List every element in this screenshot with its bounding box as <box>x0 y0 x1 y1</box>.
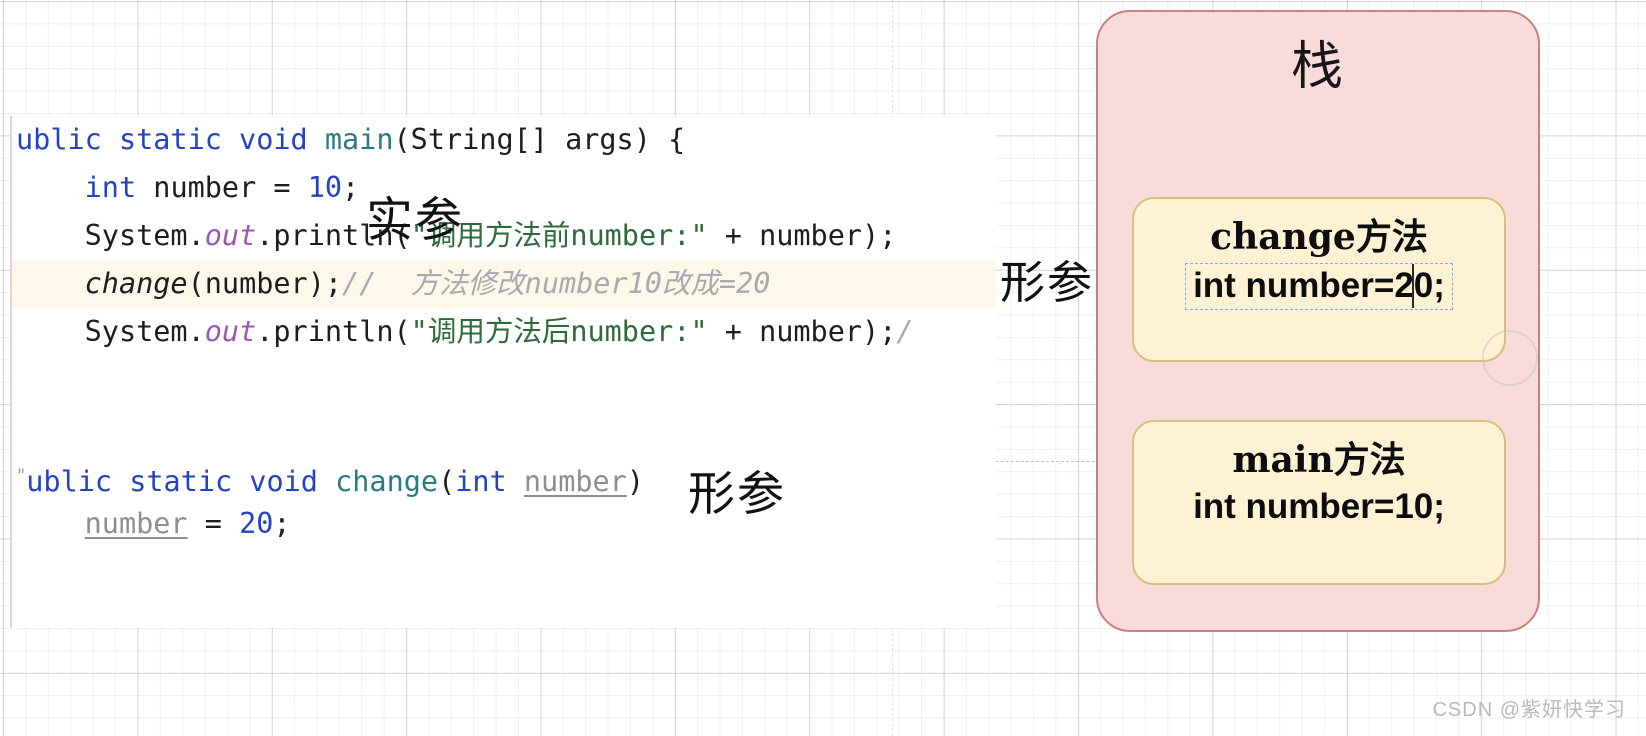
line-declare-number-seg-3: 10 <box>307 171 343 204</box>
line-println-after-seg-4: + number); <box>707 315 897 348</box>
line-call-change-seg-3: // 方法修改number10改成=20 <box>342 267 771 300</box>
line-println-before-seg-4: + number); <box>707 219 897 252</box>
line-blank-2[interactable] <box>12 404 996 452</box>
line-assign-20-seg-1: number <box>84 507 188 540</box>
stack-frame-change-title: change方法 <box>1210 216 1428 258</box>
line-println-after-seg-0: System. <box>16 315 205 348</box>
line-println-after-seg-3: "调用方法后number:" <box>410 315 708 348</box>
text-caret <box>1411 264 1414 308</box>
stack-frame-main-title: main方法 <box>1232 439 1406 481</box>
code-lines-container: ublic static void main(String[] args) { … <box>12 116 996 548</box>
line-assign-20-seg-4: ; <box>273 507 291 540</box>
line-println-after-seg-1: out <box>204 315 257 348</box>
line-declare-number-seg-1: int <box>84 171 137 204</box>
annotation-formal-parameter-stack: 形参 <box>1000 256 1095 309</box>
line-assign-20[interactable]: number = 20; <box>12 500 996 548</box>
stack-frame-change-body[interactable]: int number=20; <box>1185 263 1453 310</box>
stack-container[interactable]: 栈 change方法 int number=20; main方法 int num… <box>1096 10 1540 632</box>
line-println-before[interactable]: System.out.println("调用方法前number:" + numb… <box>12 212 996 260</box>
line-blank-1[interactable] <box>12 356 996 404</box>
decorative-circle-artifact <box>1482 330 1538 386</box>
line-println-before-seg-0: System. <box>16 219 205 252</box>
line-main-signature-seg-2: (String[] args) { <box>393 123 686 156</box>
csdn-watermark: CSDN @紫妍快学习 <box>1432 699 1626 721</box>
line-println-before-seg-1: out <box>204 219 257 252</box>
stack-frame-main-body: int number=10; <box>1193 487 1445 526</box>
line-call-change[interactable]: change(number);// 方法修改number10改成=20 <box>12 260 996 308</box>
line-change-signature-seg-6: number <box>523 465 627 498</box>
line-change-signature-seg-4: int <box>455 465 507 498</box>
line-declare-number[interactable]: int number = 10; <box>12 164 996 212</box>
line-declare-number-seg-4: ; <box>342 171 360 204</box>
line-change-signature[interactable]: "ublic static void change(int number) <box>12 452 996 500</box>
stack-title: 栈 <box>1290 37 1345 97</box>
line-main-signature-seg-1: main <box>324 123 394 156</box>
line-call-change-seg-2: (number); <box>187 267 343 300</box>
line-declare-number-seg-0 <box>16 171 85 204</box>
stack-frame-change-body-text: int number=20; <box>1193 266 1445 305</box>
line-println-after[interactable]: System.out.println("调用方法后number:" + numb… <box>12 308 996 356</box>
line-call-change-seg-0 <box>16 267 85 300</box>
line-change-signature-seg-7: ) <box>626 465 645 498</box>
stack-frame-main[interactable]: main方法 int number=10; <box>1132 420 1506 585</box>
line-main-signature[interactable]: ublic static void main(String[] args) { <box>12 116 996 164</box>
line-change-signature-seg-5 <box>507 465 524 498</box>
annotation-actual-parameter: 实参 <box>366 193 464 248</box>
line-change-signature-seg-1: ublic static void <box>26 465 336 498</box>
line-assign-20-seg-3: 20 <box>239 507 274 540</box>
line-call-change-seg-1: change <box>84 267 188 300</box>
line-println-after-seg-2: .println( <box>256 315 411 348</box>
line-assign-20-seg-0 <box>16 507 85 540</box>
line-println-after-seg-5: / <box>896 315 914 348</box>
line-assign-20-seg-2: = <box>187 507 240 540</box>
line-main-signature-seg-0: ublic static void <box>16 123 325 156</box>
line-change-signature-seg-2: change <box>335 465 439 498</box>
line-change-signature-seg-0: " <box>16 466 27 486</box>
code-editor-panel[interactable]: ublic static void main(String[] args) { … <box>10 116 996 628</box>
line-change-signature-seg-3: ( <box>438 465 456 498</box>
annotation-formal-parameter-code: 形参 <box>688 467 786 522</box>
stack-frame-change[interactable]: change方法 int number=20; <box>1132 197 1506 362</box>
line-declare-number-seg-2: number = <box>136 171 308 204</box>
whiteboard-canvas: ublic static void main(String[] args) { … <box>0 0 1646 736</box>
